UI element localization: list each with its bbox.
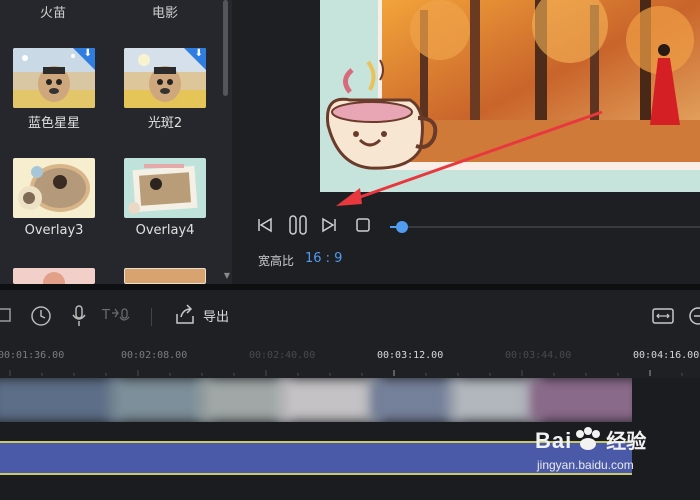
library-tab-fire[interactable]: 火苗 [40,2,66,21]
thumbnail-image [124,158,206,218]
library-item-overlay3[interactable] [13,158,95,218]
watermark-brand-tail: 经验 [606,429,647,453]
timecode-tick: 00:02:08.00 [121,350,188,361]
clip-thumbnail [450,378,540,422]
zoom-out-icon[interactable] [688,306,700,330]
timecode-tick: 00:03:44.00 [505,350,572,361]
stop-icon [356,218,370,232]
thumbnail-image [13,158,95,218]
library-item-blue-stars[interactable]: ⬇ [13,48,95,108]
download-badge[interactable]: ⬇ [184,48,206,70]
annotation-arrow [336,110,603,206]
video-track-clip[interactable] [0,378,632,422]
timecode-tick: 00:03:12.00 [377,350,444,361]
library-item-partial[interactable] [13,268,95,284]
crop-icon[interactable] [0,305,14,329]
microphone-icon[interactable] [70,305,88,331]
timeline-ruler[interactable]: 00:01:36.00 00:02:08.00 00:02:40.00 00:0… [0,342,700,378]
timecode-tick: 00:01:36.00 [0,350,65,361]
preview-panel: 宽高比 16 : 9 [232,0,700,284]
toolbar-divider [151,308,152,326]
clip-thumbnail [110,378,210,422]
timecode-tick: 00:02:40.00 [249,350,316,361]
library-tab-movie[interactable]: 电影 [152,2,178,21]
fit-width-icon[interactable] [652,307,674,329]
export-icon[interactable] [174,304,196,330]
library-scrollbar[interactable] [223,0,228,96]
library-item-light-spot[interactable]: ⬇ [124,48,206,108]
watermark-brand: Bai [535,428,573,453]
clip-thumbnail [200,378,290,422]
scroll-down-icon[interactable]: ▼ [224,271,230,280]
playback-progress-handle[interactable] [396,221,409,233]
ruler-ticks [9,370,683,376]
library-item-overlay4[interactable] [124,158,206,218]
baidu-jingyan-watermark: Bai 经验 jingyan.baidu.com [535,425,647,472]
library-item-label: 蓝色星星 [27,116,80,131]
next-frame-button[interactable] [320,216,338,238]
library-item-label: Overlay4 [135,223,195,238]
library-item-partial[interactable] [124,268,206,284]
pause-icon [289,215,307,235]
download-badge[interactable]: ⬇ [73,48,95,70]
download-arrow-icon: ⬇ [194,48,203,59]
library-item-label: 光斑2 [147,116,183,131]
timecode-tick: 00:04:16.00 [633,350,700,361]
clip-thumbnail [0,378,120,422]
playback-progress-track[interactable] [390,221,700,233]
svg-text:T: T [102,308,110,323]
download-arrow-icon: ⬇ [83,48,92,59]
aspect-ratio-value[interactable]: 16 : 9 [305,251,342,266]
clock-icon[interactable] [30,305,52,331]
step-forward-icon [322,217,336,233]
paw-logo-icon [572,426,606,452]
timeline-toolbar: T 导出 [0,290,700,342]
step-back-icon [258,217,272,233]
watermark-url: jingyan.baidu.com [537,458,634,472]
clip-thumbnail [280,378,380,422]
prev-frame-button[interactable] [256,216,274,238]
media-library: 火苗 电影 ⬇ 蓝色星星 ⬇ 光斑2 Overlay3 Overlay4 ▼ [0,0,234,284]
clip-thumbnail [370,378,460,422]
export-button-label[interactable]: 导出 [203,306,229,325]
library-item-label: Overlay3 [24,223,84,238]
aspect-ratio-label: 宽高比 [258,254,295,268]
clip-thumbnail [530,378,632,422]
stop-button[interactable] [354,216,372,238]
pause-button[interactable] [287,214,309,240]
text-to-speech-icon[interactable]: T [101,305,134,331]
